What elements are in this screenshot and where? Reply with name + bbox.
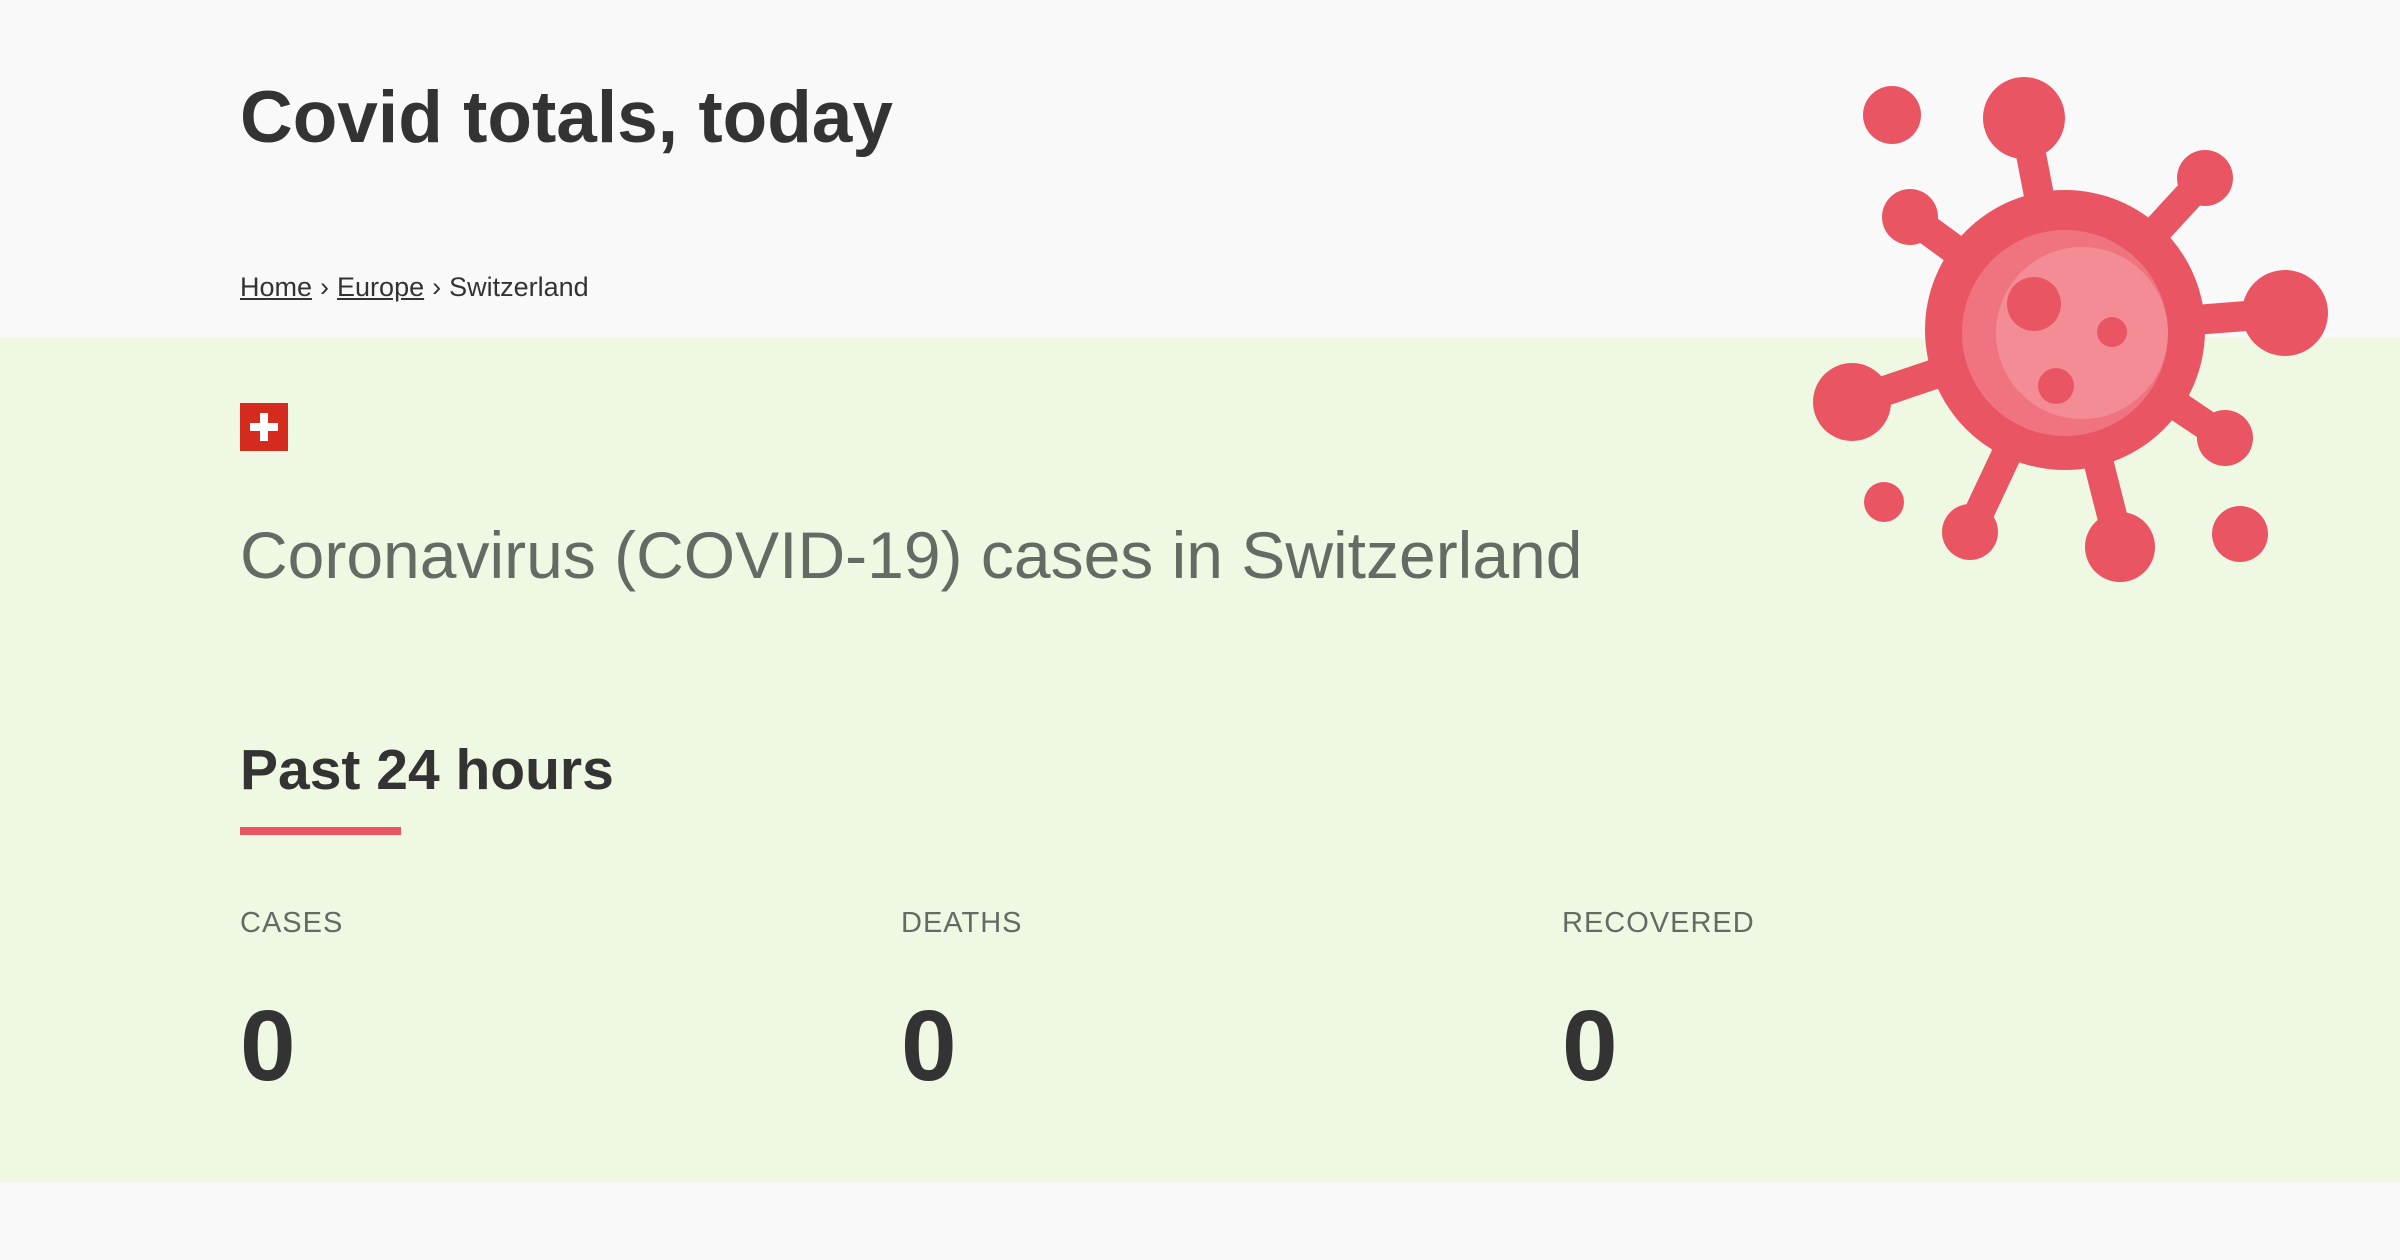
stat-recovered-label: RECOVERED bbox=[1562, 907, 1755, 939]
flag-cross-vertical bbox=[260, 413, 268, 441]
page-heading: Coronavirus (COVID-19) cases in Switzerl… bbox=[240, 518, 1583, 592]
breadcrumb: Home › Europe › Switzerland bbox=[240, 270, 589, 304]
section-underline bbox=[240, 827, 401, 835]
stat-deaths-value: 0 bbox=[901, 990, 957, 1102]
section-heading: Past 24 hours bbox=[240, 738, 614, 802]
stat-deaths: DEATHS 0 bbox=[901, 903, 1501, 1101]
stat-cases-value: 0 bbox=[240, 990, 296, 1102]
stat-deaths-label: DEATHS bbox=[901, 907, 1023, 939]
virus-icon bbox=[1813, 77, 2328, 582]
stat-cases: CASES 0 bbox=[240, 903, 840, 1101]
site-title: Covid totals, today bbox=[240, 77, 894, 158]
breadcrumb-home-link[interactable]: Home bbox=[240, 272, 312, 302]
stat-recovered-value: 0 bbox=[1562, 990, 1618, 1102]
breadcrumb-current: Switzerland bbox=[449, 272, 589, 302]
breadcrumb-separator: › bbox=[432, 272, 442, 302]
breadcrumb-europe-link[interactable]: Europe bbox=[337, 272, 424, 302]
stat-recovered: RECOVERED 0 bbox=[1562, 903, 2162, 1101]
swiss-flag-icon bbox=[240, 403, 288, 451]
stat-cases-label: CASES bbox=[240, 907, 344, 939]
breadcrumb-separator: › bbox=[320, 272, 330, 302]
